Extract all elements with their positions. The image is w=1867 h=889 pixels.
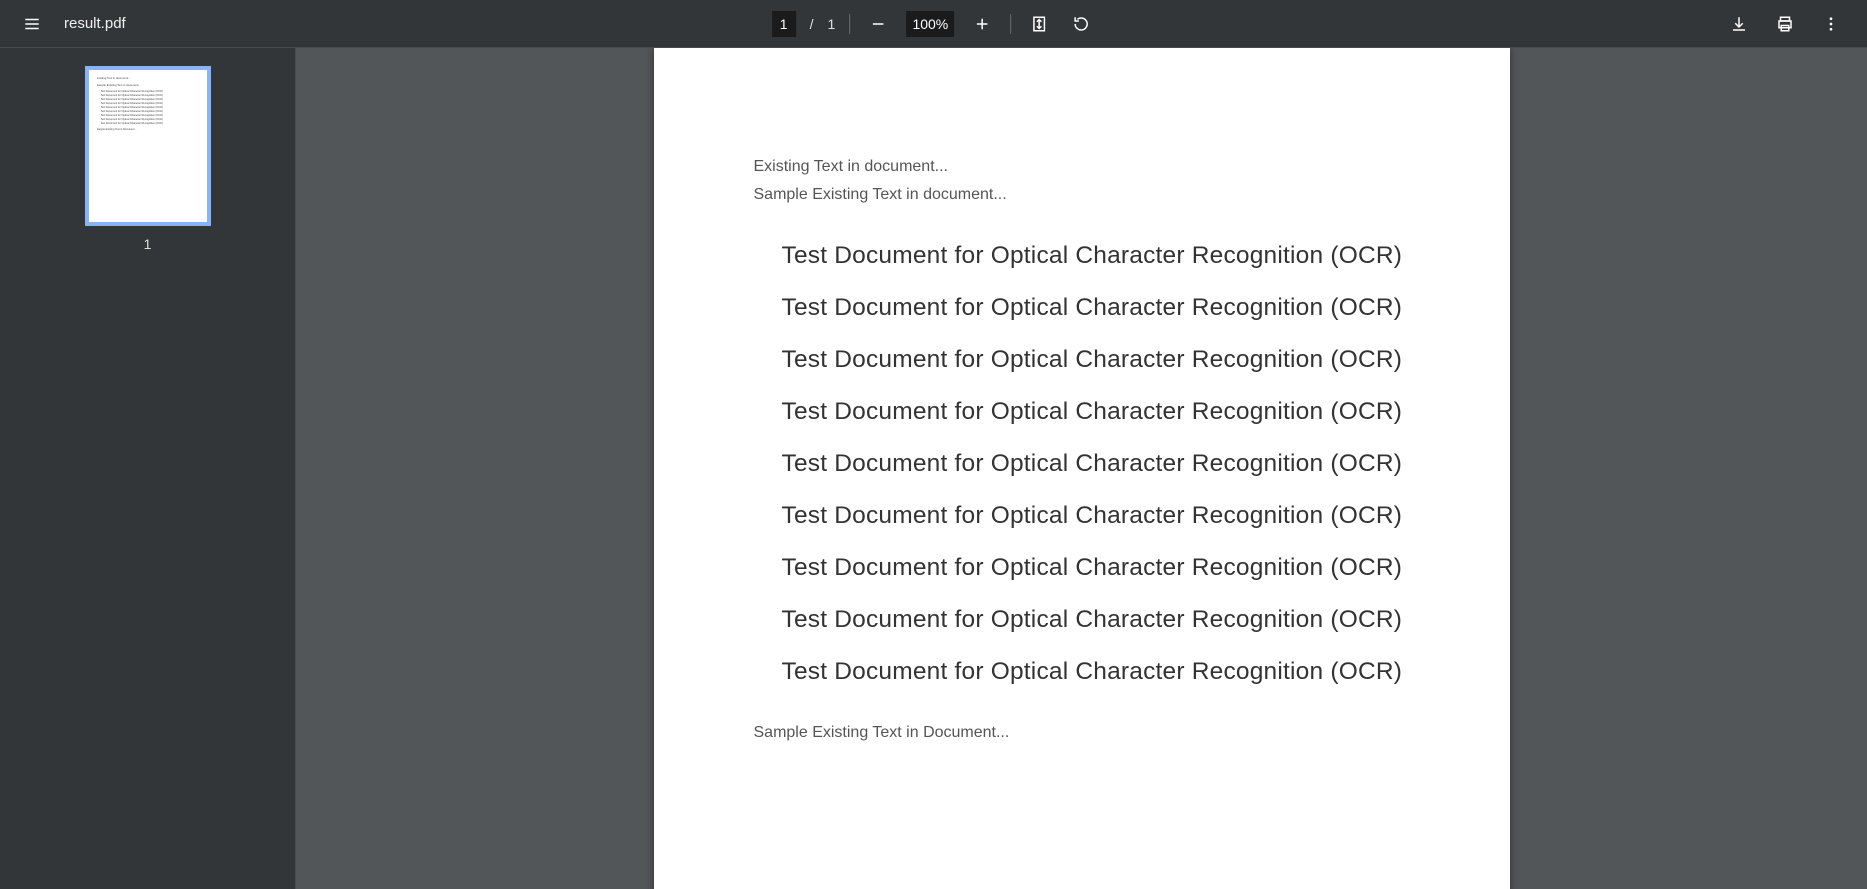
thumbnail-sidebar: Existing Text in document... Sample Exis…: [0, 48, 296, 889]
thumb-text: Test Document for Optical Character Reco…: [101, 122, 199, 125]
thumb-text: Existing Text in document...: [97, 76, 199, 80]
thumb-text: Test Document for Optical Character Reco…: [101, 110, 199, 113]
document-viewport[interactable]: Existing Text in document... Sample Exis…: [296, 48, 1867, 889]
toolbar: result.pdf / 1: [0, 0, 1867, 48]
thumb-text: Test Document for Optical Character Reco…: [101, 114, 199, 117]
ocr-text-line: Test Document for Optical Character Reco…: [782, 502, 1410, 530]
toolbar-divider: [849, 14, 850, 34]
rotate-icon: [1072, 15, 1090, 33]
download-icon: [1730, 15, 1748, 33]
document-text-line: Sample Existing Text in document...: [754, 186, 1410, 204]
toolbar-divider: [1010, 14, 1011, 34]
thumb-text: Sample Existing Text in document...: [97, 83, 199, 87]
document-text-line: Sample Existing Text in Document...: [754, 724, 1410, 742]
ocr-text-line: Test Document for Optical Character Reco…: [782, 658, 1410, 686]
thumb-text: Test Document for Optical Character Reco…: [101, 90, 199, 93]
ocr-text-line: Test Document for Optical Character Reco…: [782, 450, 1410, 478]
menu-button[interactable]: [18, 10, 46, 38]
fit-page-icon: [1030, 15, 1048, 33]
print-icon: [1776, 15, 1794, 33]
ocr-text-block: Test Document for Optical Character Reco…: [782, 242, 1410, 686]
rotate-button[interactable]: [1067, 10, 1095, 38]
ocr-text-line: Test Document for Optical Character Reco…: [782, 242, 1410, 270]
download-button[interactable]: [1725, 10, 1753, 38]
ocr-text-line: Test Document for Optical Character Reco…: [782, 554, 1410, 582]
main-area: Existing Text in document... Sample Exis…: [0, 48, 1867, 889]
pdf-page: Existing Text in document... Sample Exis…: [654, 48, 1510, 889]
fit-to-page-button[interactable]: [1025, 10, 1053, 38]
minus-icon: [869, 15, 887, 33]
ocr-text-line: Test Document for Optical Character Reco…: [782, 398, 1410, 426]
zoom-level-input[interactable]: [906, 11, 954, 37]
page-number-input[interactable]: [772, 11, 796, 37]
ocr-text-line: Test Document for Optical Character Reco…: [782, 346, 1410, 374]
page-total-label: 1: [828, 16, 836, 32]
ocr-text-line: Test Document for Optical Character Reco…: [782, 294, 1410, 322]
toolbar-center: / 1: [772, 10, 1096, 38]
plus-icon: [973, 15, 991, 33]
page-separator: /: [810, 16, 814, 32]
document-text-line: Existing Text in document...: [754, 158, 1410, 176]
zoom-out-button[interactable]: [864, 10, 892, 38]
thumbnail-item[interactable]: Existing Text in document... Sample Exis…: [85, 66, 211, 252]
thumb-text: Test Document for Optical Character Reco…: [101, 106, 199, 109]
toolbar-left: result.pdf: [0, 10, 144, 38]
filename-label: result.pdf: [64, 15, 126, 32]
thumb-text: Test Document for Optical Character Reco…: [101, 118, 199, 121]
thumb-text: Test Document for Optical Character Reco…: [101, 102, 199, 105]
thumb-text: Sample Existing Text in Document...: [97, 128, 199, 131]
toolbar-right: [1703, 10, 1867, 38]
ocr-text-line: Test Document for Optical Character Reco…: [782, 606, 1410, 634]
thumb-text: Test Document for Optical Character Reco…: [101, 98, 199, 101]
page-thumbnail[interactable]: Existing Text in document... Sample Exis…: [85, 66, 211, 226]
print-button[interactable]: [1771, 10, 1799, 38]
thumbnail-page-number: 1: [144, 236, 152, 252]
thumb-text: Test Document for Optical Character Reco…: [101, 94, 199, 97]
hamburger-icon: [23, 15, 41, 33]
more-vertical-icon: [1822, 15, 1840, 33]
zoom-in-button[interactable]: [968, 10, 996, 38]
more-options-button[interactable]: [1817, 10, 1845, 38]
